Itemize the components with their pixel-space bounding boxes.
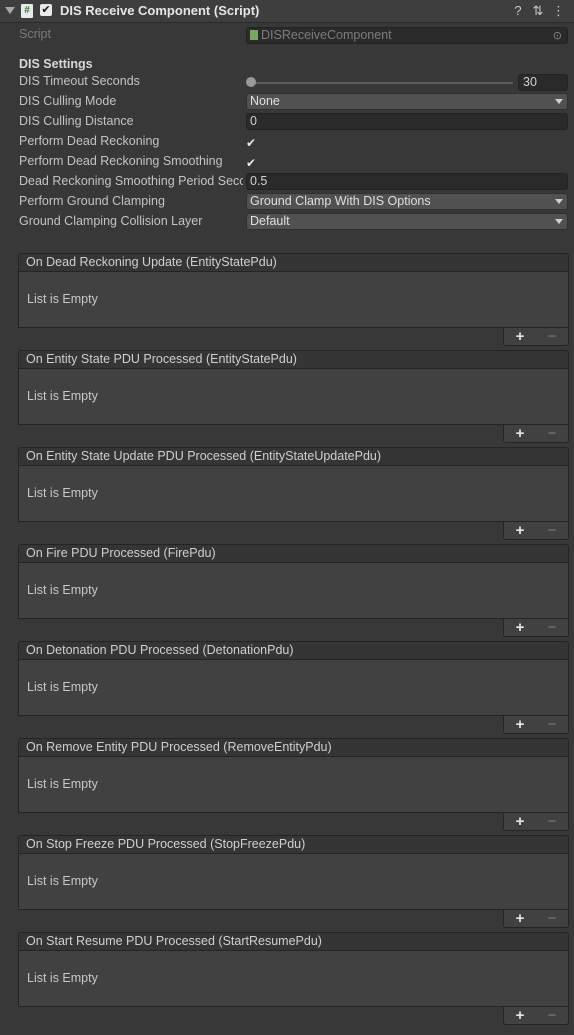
event-list-header: On Stop Freeze PDU Processed (StopFreeze… <box>18 835 569 854</box>
empty-list-text: List is Empty <box>27 583 98 597</box>
unity-event-list: On Remove Entity PDU Processed (RemoveEn… <box>18 738 569 831</box>
event-list-body: List is Empty <box>18 757 569 813</box>
empty-list-text: List is Empty <box>27 680 98 694</box>
remove-item-button[interactable]: − <box>548 329 557 344</box>
add-item-button[interactable]: + <box>516 1008 525 1023</box>
event-list-body: List is Empty <box>18 466 569 522</box>
collision-layer-label: Ground Clamping Collision Layer <box>19 214 203 228</box>
event-list-header: On Entity State Update PDU Processed (En… <box>18 447 569 466</box>
component-header: # ✔ DIS Receive Component (Script) ? ⇅ ⋮ <box>0 0 574 23</box>
list-controls: + − <box>503 716 569 734</box>
add-item-button[interactable]: + <box>516 620 525 635</box>
unity-event-list: On Detonation PDU Processed (DetonationP… <box>18 641 569 734</box>
add-item-button[interactable]: + <box>516 717 525 732</box>
culling-distance-label: DIS Culling Distance <box>19 114 134 128</box>
dropdown-arrow-icon <box>555 99 563 104</box>
event-list-header: On Dead Reckoning Update (EntityStatePdu… <box>18 253 569 272</box>
empty-list-text: List is Empty <box>27 486 98 500</box>
list-controls: + − <box>503 813 569 831</box>
component-title: DIS Receive Component (Script) <box>60 3 260 18</box>
event-list-body: List is Empty <box>18 272 569 328</box>
dropdown-arrow-icon <box>555 199 563 204</box>
event-list-body: List is Empty <box>18 563 569 619</box>
dropdown-arrow-icon <box>555 219 563 224</box>
event-list-body: List is Empty <box>18 660 569 716</box>
timeout-value-input[interactable]: 30 <box>518 74 568 91</box>
smoothing-period-label: Dead Reckoning Smoothing Period Seco <box>19 174 243 188</box>
foldout-arrow-icon[interactable] <box>5 7 15 14</box>
event-list-header: On Entity State PDU Processed (EntitySta… <box>18 350 569 369</box>
script-field: DISReceiveComponent ⊙ <box>246 27 568 44</box>
add-item-button[interactable]: + <box>516 814 525 829</box>
add-item-button[interactable]: + <box>516 523 525 538</box>
remove-item-button[interactable]: − <box>548 620 557 635</box>
unity-event-list: On Stop Freeze PDU Processed (StopFreeze… <box>18 835 569 928</box>
help-icon[interactable]: ? <box>512 3 524 19</box>
presets-icon[interactable]: ⇅ <box>532 3 544 19</box>
remove-item-button[interactable]: − <box>548 523 557 538</box>
section-title: DIS Settings <box>19 57 93 71</box>
dead-reckoning-label: Perform Dead Reckoning <box>19 134 160 148</box>
ground-clamping-label: Perform Ground Clamping <box>19 194 165 208</box>
script-asset-icon <box>250 30 258 40</box>
event-list-body: List is Empty <box>18 369 569 425</box>
unity-event-list: On Entity State PDU Processed (EntitySta… <box>18 350 569 443</box>
culling-mode-label: DIS Culling Mode <box>19 94 117 108</box>
list-controls: + − <box>503 619 569 637</box>
context-menu-icon[interactable]: ⋮ <box>552 3 565 19</box>
list-controls: + − <box>503 328 569 346</box>
culling-mode-value: None <box>250 94 280 108</box>
culling-distance-input[interactable]: 0 <box>246 113 568 130</box>
ground-clamping-dropdown[interactable]: Ground Clamp With DIS Options <box>246 193 568 210</box>
empty-list-text: List is Empty <box>27 874 98 888</box>
add-item-button[interactable]: + <box>516 329 525 344</box>
timeout-label: DIS Timeout Seconds <box>19 74 140 88</box>
unity-event-list: On Dead Reckoning Update (EntityStatePdu… <box>18 253 569 346</box>
event-list-body: List is Empty <box>18 951 569 1007</box>
list-controls: + − <box>503 522 569 540</box>
dr-smoothing-checkbox[interactable]: ✔ <box>246 157 258 169</box>
event-list-header: On Fire PDU Processed (FirePdu) <box>18 544 569 563</box>
remove-item-button[interactable]: − <box>548 717 557 732</box>
object-picker-icon: ⊙ <box>552 30 562 42</box>
add-item-button[interactable]: + <box>516 426 525 441</box>
empty-list-text: List is Empty <box>27 389 98 403</box>
empty-list-text: List is Empty <box>27 777 98 791</box>
unity-event-list: On Entity State Update PDU Processed (En… <box>18 447 569 540</box>
dr-smoothing-label: Perform Dead Reckoning Smoothing <box>19 154 223 168</box>
remove-item-button[interactable]: − <box>548 814 557 829</box>
remove-item-button[interactable]: − <box>548 426 557 441</box>
culling-mode-dropdown[interactable]: None <box>246 93 568 110</box>
timeout-slider-track[interactable] <box>251 82 513 84</box>
unity-event-list: On Start Resume PDU Processed (StartResu… <box>18 932 569 1025</box>
event-list-body: List is Empty <box>18 854 569 910</box>
remove-item-button[interactable]: − <box>548 911 557 926</box>
list-controls: + − <box>503 425 569 443</box>
list-controls: + − <box>503 910 569 928</box>
collision-layer-value: Default <box>250 214 290 228</box>
collision-layer-dropdown[interactable]: Default <box>246 213 568 230</box>
empty-list-text: List is Empty <box>27 292 98 306</box>
add-item-button[interactable]: + <box>516 911 525 926</box>
empty-list-text: List is Empty <box>27 971 98 985</box>
event-list-header: On Detonation PDU Processed (DetonationP… <box>18 641 569 660</box>
list-controls: + − <box>503 1007 569 1025</box>
script-label: Script <box>19 27 51 41</box>
component-enabled-checkbox[interactable]: ✔ <box>40 4 52 16</box>
timeout-slider-thumb[interactable] <box>246 77 256 87</box>
event-list-header: On Remove Entity PDU Processed (RemoveEn… <box>18 738 569 757</box>
dead-reckoning-checkbox[interactable]: ✔ <box>246 137 258 149</box>
script-field-value: DISReceiveComponent <box>261 28 392 42</box>
remove-item-button[interactable]: − <box>548 1008 557 1023</box>
ground-clamping-value: Ground Clamp With DIS Options <box>250 194 431 208</box>
script-icon: # <box>21 4 33 18</box>
smoothing-period-input[interactable]: 0.5 <box>246 173 568 190</box>
unity-event-list: On Fire PDU Processed (FirePdu) List is E… <box>18 544 569 637</box>
event-list-header: On Start Resume PDU Processed (StartResu… <box>18 932 569 951</box>
